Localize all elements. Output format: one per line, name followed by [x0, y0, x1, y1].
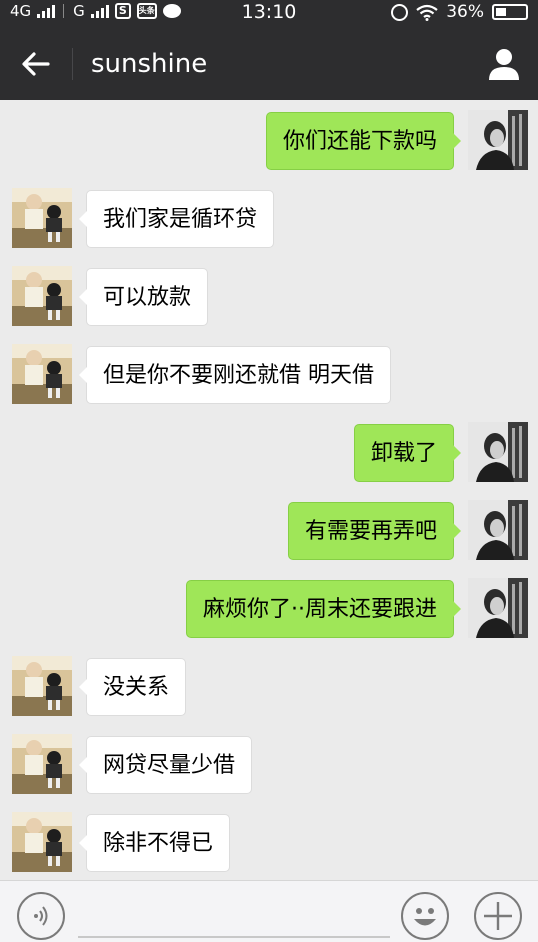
message-received: 我们家是循环贷	[0, 188, 538, 250]
message-received: 网贷尽量少借	[0, 734, 538, 796]
message-bubble[interactable]: 你们还能下款吗	[265, 112, 462, 170]
chat-header: sunshine	[0, 26, 538, 100]
message-bubble[interactable]: 有需要再弄吧	[287, 502, 462, 560]
battery-percent: 36%	[446, 2, 484, 22]
message-sent: 麻烦你了··周末还要跟进	[0, 578, 538, 640]
avatar[interactable]	[468, 500, 528, 560]
voice-icon	[34, 906, 48, 926]
message-sent: 有需要再弄吧	[0, 500, 538, 562]
message-bubble[interactable]: 卸载了	[353, 424, 462, 482]
message-bubble[interactable]: 但是你不要刚还就借 明天借	[79, 346, 391, 404]
avatar[interactable]	[12, 734, 72, 794]
message-received: 除非不得已	[0, 812, 538, 874]
message-bubble[interactable]: 网贷尽量少借	[78, 736, 253, 794]
message-received: 没关系	[0, 656, 538, 718]
message-bubble[interactable]: 除非不得已	[78, 814, 231, 872]
header-divider	[72, 48, 73, 80]
battery-icon	[492, 4, 528, 20]
input-bar	[0, 880, 538, 942]
avatar[interactable]	[12, 344, 72, 404]
person-icon[interactable]	[486, 46, 522, 82]
avatar[interactable]	[468, 422, 528, 482]
message-received: 可以放款	[0, 266, 538, 328]
more-button[interactable]	[474, 892, 522, 940]
message-bubble[interactable]: 麻烦你了··周末还要跟进	[186, 580, 461, 638]
plus-icon	[484, 902, 512, 930]
emoji-button[interactable]	[401, 892, 449, 940]
message-list: 你们还能下款吗 我们家是循环贷 可以放款 但是你不要刚还就借 明天借 卸载了 有…	[0, 100, 538, 878]
avatar[interactable]	[12, 266, 72, 326]
emoji-icon	[414, 908, 436, 926]
avatar[interactable]	[12, 656, 72, 716]
message-bubble[interactable]: 我们家是循环贷	[78, 190, 275, 248]
message-sent: 你们还能下款吗	[0, 110, 538, 172]
page-title: sunshine	[91, 49, 208, 79]
avatar[interactable]	[468, 110, 528, 170]
message-received: 但是你不要刚还就借 明天借	[0, 344, 538, 406]
message-sent: 卸载了	[0, 422, 538, 484]
avatar[interactable]	[12, 812, 72, 872]
avatar[interactable]	[468, 578, 528, 638]
status-bar: 4G G S 头条 13:10 36%	[0, 0, 538, 26]
avatar[interactable]	[12, 188, 72, 248]
message-bubble[interactable]: 可以放款	[78, 268, 209, 326]
alarm-icon	[391, 3, 409, 21]
message-input[interactable]	[78, 936, 390, 938]
arrow-left-icon[interactable]	[18, 46, 54, 82]
wifi-icon	[416, 4, 438, 21]
status-right: 36%	[391, 2, 528, 22]
voice-button[interactable]	[17, 892, 65, 940]
message-bubble[interactable]: 没关系	[78, 658, 187, 716]
